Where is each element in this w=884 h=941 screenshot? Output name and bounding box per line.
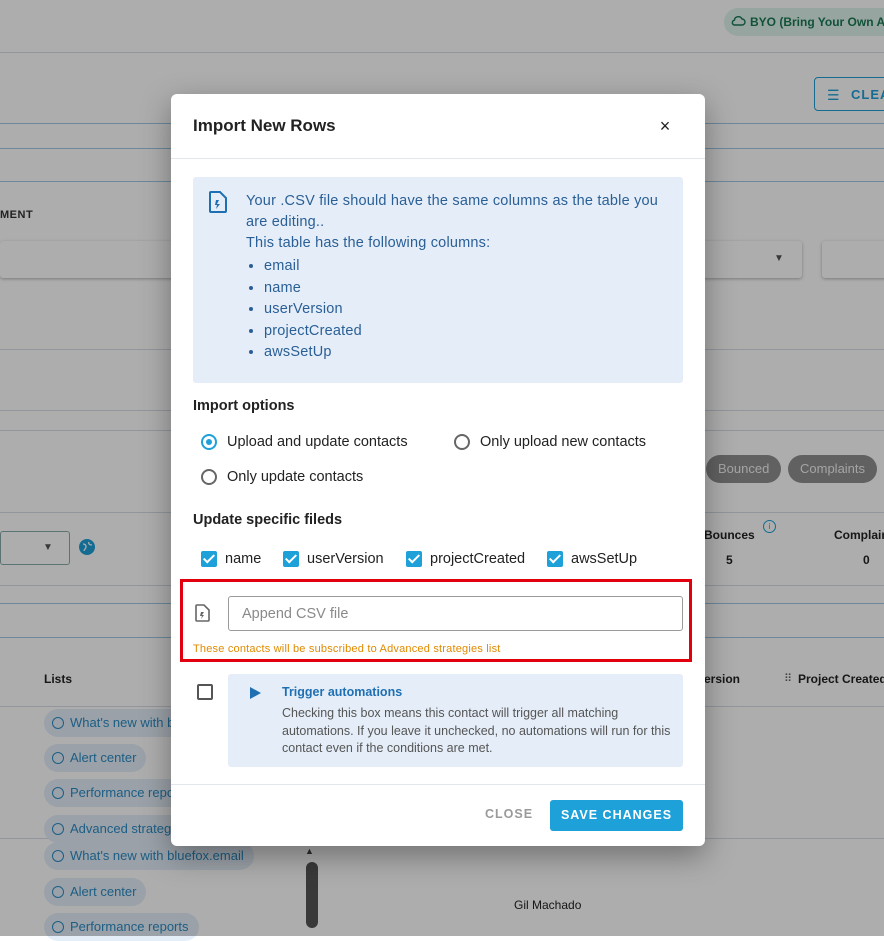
column-item: name xyxy=(264,278,671,300)
dialog-title: Import New Rows xyxy=(193,116,336,135)
play-icon xyxy=(250,687,261,699)
radio-upload-and-update[interactable]: Upload and update contacts xyxy=(201,434,408,450)
save-changes-button[interactable]: SAVE CHANGES xyxy=(550,800,683,831)
info-box: Your .CSV file should have the same colu… xyxy=(193,177,683,383)
column-list: email name userVersion projectCreated aw… xyxy=(246,256,671,364)
checkbox-checked-icon xyxy=(547,551,563,567)
field-checkbox-name[interactable]: name xyxy=(201,551,261,567)
trigger-title: Trigger automations xyxy=(282,685,403,699)
import-rows-dialog: Import New Rows × Your .CSV file should … xyxy=(171,94,705,846)
radio-selected-icon xyxy=(201,434,217,450)
field-checkbox-awssetup[interactable]: awsSetUp xyxy=(547,551,637,567)
radio-only-update[interactable]: Only update contacts xyxy=(201,469,363,485)
column-item: projectCreated xyxy=(264,321,671,343)
checkbox-checked-icon xyxy=(283,551,299,567)
divider xyxy=(171,784,705,785)
update-fields-title: Update specific fileds xyxy=(193,512,343,528)
info-text: Your .CSV file should have the same colu… xyxy=(246,191,671,364)
field-checkbox-projectcreated[interactable]: projectCreated xyxy=(406,551,525,567)
trigger-automations-checkbox[interactable] xyxy=(197,684,213,700)
radio-empty-icon xyxy=(454,434,470,450)
radio-empty-icon xyxy=(201,469,217,485)
radio-only-upload-new[interactable]: Only upload new contacts xyxy=(454,434,646,450)
close-icon[interactable]: × xyxy=(651,114,679,138)
field-checkbox-userversion[interactable]: userVersion xyxy=(283,551,384,567)
info-line-1: Your .CSV file should have the same colu… xyxy=(246,193,659,230)
checkbox-checked-icon xyxy=(406,551,422,567)
divider xyxy=(171,158,705,159)
info-line-2: This table has the following columns: xyxy=(246,235,491,251)
trigger-automations-box: Trigger automations Checking this box me… xyxy=(228,674,683,767)
checkbox-checked-icon xyxy=(201,551,217,567)
close-button[interactable]: CLOSE xyxy=(485,807,533,821)
column-item: email xyxy=(264,256,671,278)
column-item: userVersion xyxy=(264,299,671,321)
column-item: awsSetUp xyxy=(264,342,671,364)
trigger-description: Checking this box means this contact wil… xyxy=(282,706,671,755)
import-options-title: Import options xyxy=(193,398,295,414)
highlight-frame xyxy=(180,579,692,662)
file-icon xyxy=(209,191,227,218)
